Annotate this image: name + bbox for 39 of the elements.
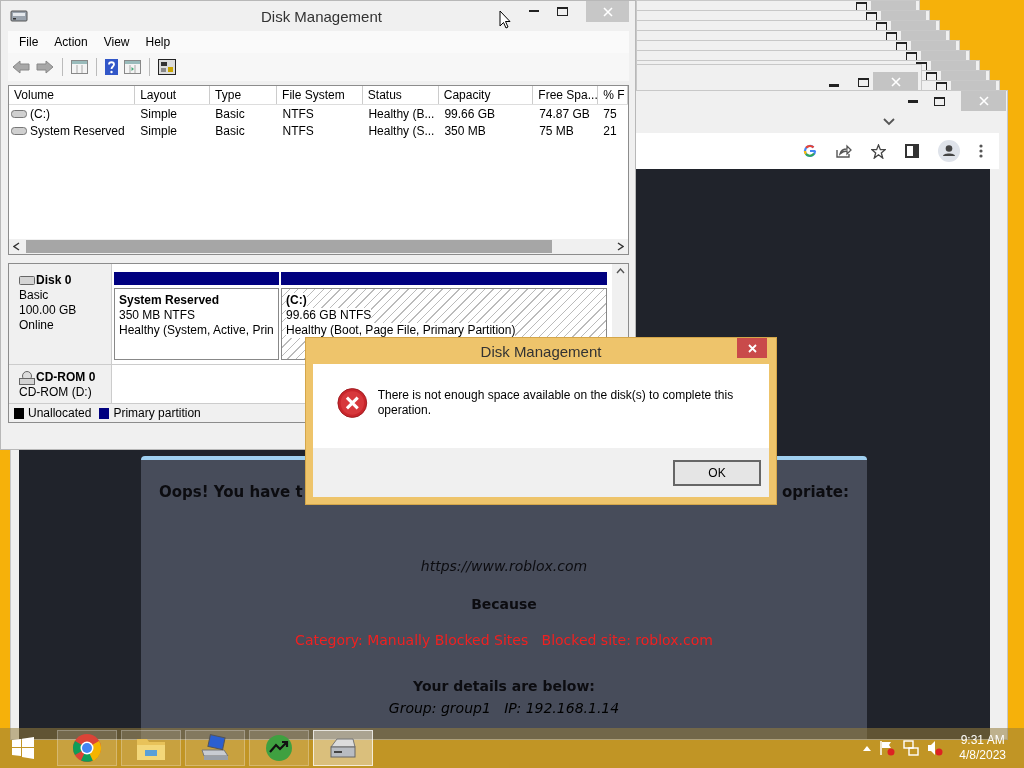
table-cell: Healthy (B... [368, 106, 435, 121]
partition-name: (C:) [286, 293, 307, 308]
legend-label: Unallocated [28, 406, 92, 420]
partition-size: 350 MB NTFS [119, 308, 197, 323]
dialog-title: Disk Management [480, 342, 602, 360]
table-cell: Simple [140, 123, 177, 138]
details-text: Group: group1 IP: 192.168.1.14 [388, 700, 620, 716]
disk-info: Online [19, 318, 55, 333]
table-cell: NTFS [282, 123, 314, 138]
page-heading: opriate: [781, 483, 849, 501]
disk-name: Disk 0 [36, 273, 72, 288]
table-cell: 99.66 GB [444, 106, 496, 121]
because-label: Because [471, 596, 537, 612]
table-cell: Simple [140, 106, 177, 121]
table-cell: 74.87 GB [539, 106, 590, 121]
table-cell: Healthy (S... [368, 123, 435, 138]
table-cell: 21 [603, 123, 617, 138]
table-cell: 75 [603, 106, 617, 121]
disk-info: Basic [19, 288, 50, 303]
disk-info: 100.00 GB [19, 303, 78, 318]
table-cell: Basic [215, 123, 245, 138]
disk-info: CD-ROM (D:) [19, 385, 93, 401]
table-cell: NTFS [282, 106, 314, 121]
table-cell: System Reserved [30, 123, 125, 138]
partition-status: Healthy (System, Active, Prin [119, 323, 274, 338]
table-cell: 75 MB [539, 123, 574, 138]
error-message: There is not enough space available on the disk(s) to complete this operation. [377, 388, 735, 418]
disk-name: CD-ROM 0 [36, 370, 96, 386]
details-heading: Your details are below: [413, 678, 595, 694]
table-cell: (C:) [30, 106, 50, 121]
page-heading: Oops! You have t [159, 483, 303, 501]
table-cell: 350 MB [444, 123, 486, 138]
block-reason: Category: Manually Blocked Sites Blocked site: roblox.com [295, 632, 713, 648]
legend-label: Primary partition [113, 406, 201, 420]
partition-size: 99.66 GB NTFS [286, 308, 372, 323]
table-cell: Basic [215, 106, 245, 121]
blocked-url: https://www.roblox.com [420, 558, 588, 574]
partition-name: System Reserved [119, 293, 221, 308]
window-title: Disk Management [261, 7, 382, 25]
